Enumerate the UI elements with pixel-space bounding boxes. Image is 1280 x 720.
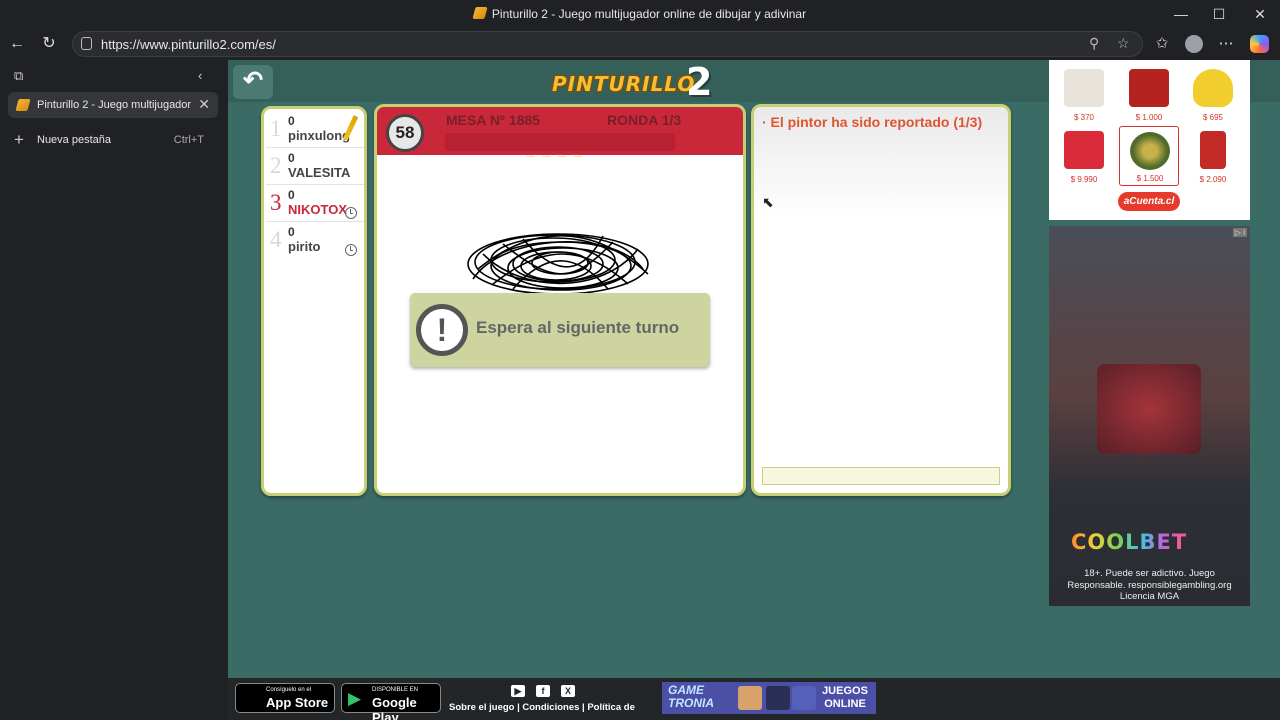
ad-product[interactable]: $ 1.500 [1119, 126, 1179, 186]
product-image [1129, 69, 1169, 107]
gametronia-banner[interactable]: GAME TRONIA JUEGOS ONLINE [662, 682, 876, 714]
ad-product[interactable]: $ 2.090 [1183, 126, 1243, 186]
window-titlebar: Pinturillo 2 - Juego multijugador online… [0, 0, 1280, 28]
more-icon[interactable]: ⋯ [1216, 34, 1236, 54]
ad-product[interactable]: $ 1.000 [1119, 64, 1179, 124]
product-image [1064, 69, 1104, 107]
product-image [1064, 131, 1104, 169]
board-header: 58 MESA Nº 1885 RONDA 1/3 _ _ _ _ [377, 107, 743, 158]
exit-room-button[interactable]: ↶ [233, 65, 273, 99]
product-price: $ 695 [1202, 113, 1224, 122]
player-row[interactable]: 3 0 NIKOTOX [266, 185, 364, 222]
ad-product[interactable]: $ 695 [1183, 64, 1243, 124]
favorites-icon[interactable]: ✩ [1152, 34, 1172, 54]
zoom-icon[interactable]: ⚲ [1089, 35, 1099, 52]
copilot-icon[interactable] [1250, 35, 1269, 53]
coolbet-logo: COOLBET [1071, 530, 1188, 554]
x-icon[interactable]: X [561, 685, 575, 697]
round-indicator: RONDA 1/3 [607, 112, 682, 128]
player-points: 0 [288, 151, 295, 165]
product-image [1193, 69, 1233, 107]
star-icon[interactable]: ☆ [1117, 35, 1130, 52]
player-points: 0 [288, 114, 295, 128]
page-content: ↶ PINTURILLO 2 1 0 pinxulong 2 0 VALESIT… [228, 60, 1280, 720]
product-image [1130, 132, 1170, 170]
alert-icon: ! [416, 304, 468, 356]
ad-product[interactable]: $ 370 [1054, 64, 1114, 124]
acuenta-logo[interactable]: aCuenta.cl [1118, 192, 1180, 211]
close-tab-icon[interactable]: ✕ [198, 96, 210, 113]
tab-pinturillo[interactable]: Pinturillo 2 - Juego multijugador online… [8, 92, 218, 118]
player-row[interactable]: 2 0 VALESITA [266, 148, 364, 185]
facebook-icon[interactable]: f [536, 685, 550, 697]
ad-product[interactable]: $ 9.990 [1054, 126, 1114, 186]
player-name: pirito [288, 239, 321, 254]
lock-icon[interactable] [81, 37, 92, 50]
address-bar[interactable]: https://www.pinturillo2.com/es/ ⚲ ☆ [72, 31, 1143, 57]
chat-input[interactable] [762, 467, 1000, 485]
clock-icon [345, 207, 357, 219]
google-play-badge[interactable]: ▶ DISPONIBLE EN Google Play [341, 683, 441, 720]
coolbet-ad[interactable]: ▷ i COOLBET 18+. Puede ser adictivo. Jue… [1049, 226, 1250, 606]
drawing-scribble [467, 233, 649, 294]
wait-turn-notice: ! Espera al siguiente turno [410, 293, 710, 367]
player-row[interactable]: 4 0 pirito [266, 222, 364, 259]
youtube-icon[interactable]: ▶ [511, 685, 525, 697]
game-thumb-icon [766, 686, 790, 710]
page-footer: Consíguelo en el App Store ▶ DISPONIBLE … [228, 678, 1280, 720]
player-row[interactable]: 1 0 pinxulong [266, 111, 364, 148]
players-panel: 1 0 pinxulong 2 0 VALESITA 3 0 NIKOTOX 4… [261, 106, 367, 496]
close-window-button[interactable]: ✕ [1245, 4, 1275, 24]
reload-icon[interactable]: ↻ [38, 34, 60, 54]
profile-icon[interactable] [1185, 35, 1203, 53]
game-thumb-icon [738, 686, 762, 710]
table-number: MESA Nº 1885 [446, 112, 541, 128]
wait-turn-message: Espera al siguiente turno [476, 318, 680, 337]
product-price: $ 370 [1073, 113, 1095, 122]
clock-icon [345, 244, 357, 256]
gametronia-logo: GAME TRONIA [668, 683, 714, 710]
word-hint: _ _ _ _ [527, 142, 584, 158]
mouse-cursor-icon: ⬉ [762, 194, 774, 210]
footer-links[interactable]: Sobre el juego | Condiciones | Política … [449, 702, 637, 713]
drawing-board[interactable]: 58 MESA Nº 1885 RONDA 1/3 _ _ _ _ ! Espe… [374, 104, 746, 496]
minimize-button[interactable]: — [1166, 4, 1196, 24]
browser-toolbar: ← ↻ https://www.pinturillo2.com/es/ ⚲ ☆ … [0, 28, 1280, 60]
player-points: 0 [288, 188, 295, 202]
product-price: $ 2.090 [1199, 175, 1227, 184]
turn-timer: 58 [386, 114, 424, 152]
window-title: Pinturillo 2 - Juego multijugador online… [0, 7, 1280, 21]
game-thumb-icon [792, 686, 816, 710]
new-tab-label: Nueva pestaña [37, 134, 111, 146]
pinturillo-favicon-icon [15, 99, 31, 111]
player-name: VALESITA [288, 165, 351, 180]
tab-actions-icon[interactable]: ⧉ [14, 68, 23, 84]
pinturillo-logo: PINTURILLO 2 [552, 60, 713, 104]
pinturillo-favicon-icon [472, 7, 488, 19]
plus-icon: + [14, 130, 24, 149]
grocery-ad[interactable]: $ 370 $ 1.000 $ 695 $ 9.990 $ 1.500 $ 2.… [1049, 60, 1250, 220]
url-text[interactable]: https://www.pinturillo2.com/es/ [101, 37, 276, 52]
maximize-button[interactable]: ☐ [1204, 4, 1234, 24]
chat-panel: · El pintor ha sido reportado (1/3) [751, 104, 1011, 496]
product-price: $ 1.500 [1136, 174, 1164, 183]
chat-message: · El pintor ha sido reportado (1/3) [762, 114, 983, 130]
online-games-label: JUEGOS ONLINE [822, 685, 868, 710]
product-price: $ 9.990 [1070, 175, 1098, 184]
ad-info-icon[interactable]: ▷ i [1232, 228, 1247, 237]
product-image [1200, 131, 1226, 169]
ad-legal-text: 18+. Puede ser adictivo. Juego Responsab… [1067, 568, 1232, 602]
tab-label: Pinturillo 2 - Juego multijugador online… [37, 99, 192, 111]
play-icon: ▶ [348, 689, 362, 708]
product-price: $ 1.000 [1135, 113, 1163, 122]
player-points: 0 [288, 225, 295, 239]
ad-artwork [1097, 364, 1201, 454]
back-icon[interactable]: ← [6, 34, 28, 54]
collapse-sidebar-icon[interactable]: ‹ [198, 68, 202, 83]
app-store-badge[interactable]: Consíguelo en el App Store [235, 683, 335, 713]
new-tab-shortcut: Ctrl+T [173, 134, 204, 146]
player-name: NIKOTOX [288, 202, 347, 217]
player-name: pinxulong [288, 128, 351, 143]
vertical-tabs-sidebar: ⧉ ‹ Pinturillo 2 - Juego multijugador on… [0, 60, 228, 720]
